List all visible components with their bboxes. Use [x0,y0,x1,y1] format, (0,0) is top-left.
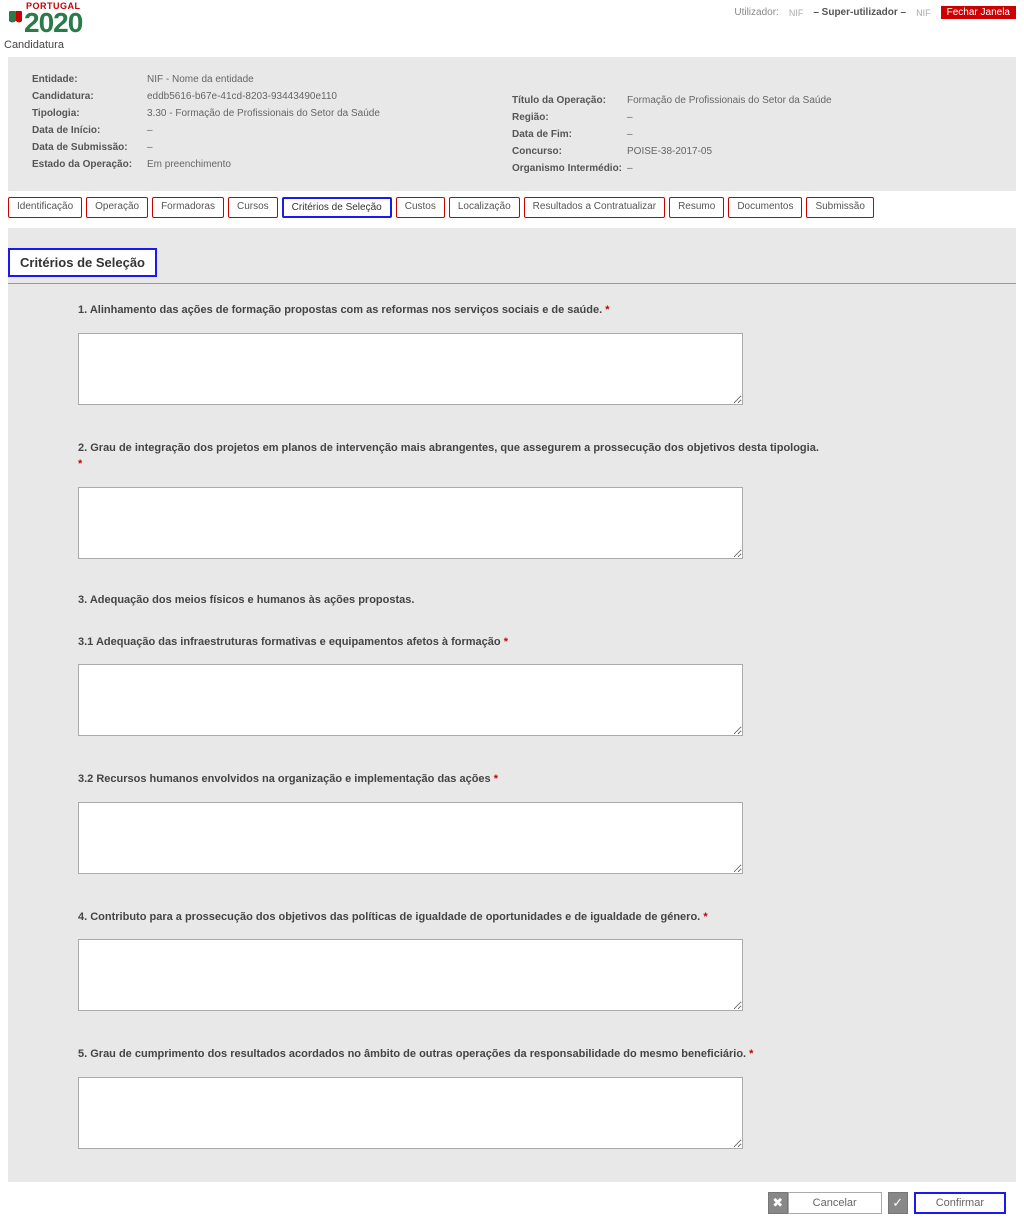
meta-data-inicio-label: Data de Início: [32,125,147,136]
tab-cursos[interactable]: Cursos [228,197,278,218]
section-title: Critérios de Seleção [8,248,157,277]
required-mark: * [703,911,707,923]
q4-text: 4. Contributo para a prossecução dos obj… [78,911,700,923]
q31-textarea[interactable] [78,664,743,736]
meta-tipologia-value: 3.30 - Formação de Profissionais do Seto… [147,108,380,119]
q4-label: 4. Contributo para a prossecução dos obj… [78,909,946,926]
tabs: Identificação Operação Formadoras Cursos… [8,197,1016,218]
user-role: – Super-utilizador – [813,7,906,18]
logo-main-text: 2020 [24,7,82,38]
tab-resultados[interactable]: Resultados a Contratualizar [524,197,665,218]
meta-estado-label: Estado da Operação: [32,159,147,170]
q31-label: 3.1 Adequação das infraestruturas format… [78,634,946,651]
meta-tipologia-label: Tipologia: [32,108,147,119]
flag-icon [8,11,24,29]
user-label: Utilizador: [734,7,778,18]
user-nif-2: NIF [916,8,931,18]
confirm-button[interactable]: Confirmar [916,1194,1004,1212]
meta-org-label: Organismo Intermédio: [512,163,627,174]
required-mark: * [504,636,508,648]
cancel-button[interactable]: Cancelar [788,1192,882,1214]
header: PORTUGAL 2020 Utilizador: NIF – Super-ut… [0,0,1024,39]
required-mark: * [749,1048,753,1060]
meta-data-submissao-label: Data de Submissão: [32,142,147,153]
tab-localizacao[interactable]: Localização [449,197,520,218]
meta-concurso-label: Concurso: [512,146,627,157]
meta-panel: Entidade:NIF - Nome da entidade Candidat… [8,57,1016,191]
q2-textarea[interactable] [78,487,743,559]
meta-candidatura-value: eddb5616-b67e-41cd-8203-93443490e110 [147,91,337,102]
meta-candidatura-label: Candidatura: [32,91,147,102]
user-info: Utilizador: NIF – Super-utilizador – NIF… [734,2,1016,19]
q1-label: 1. Alinhamento das ações de formação pro… [78,302,946,319]
q32-textarea[interactable] [78,802,743,874]
q32-label: 3.2 Recursos humanos envolvidos na organ… [78,771,946,788]
q1-text: 1. Alinhamento das ações de formação pro… [78,304,602,316]
q2-label: 2. Grau de integração dos projetos em pl… [78,440,946,473]
meta-data-fim-label: Data de Fim: [512,129,627,140]
footer-actions: ✖ Cancelar ✓ Confirmar [0,1182,1024,1224]
meta-data-submissao-value: – [147,142,153,153]
meta-concurso-value: POISE-38-2017-05 [627,146,712,157]
user-nif-1: NIF [789,8,804,18]
tab-custos[interactable]: Custos [396,197,445,218]
q1-textarea[interactable] [78,333,743,405]
q5-textarea[interactable] [78,1077,743,1149]
q4-textarea[interactable] [78,939,743,1011]
meta-entidade-label: Entidade: [32,74,147,85]
required-mark: * [605,304,609,316]
logo: PORTUGAL 2020 [8,2,82,37]
cancel-icon: ✖ [768,1192,788,1214]
meta-titulo-label: Título da Operação: [512,95,627,106]
q2-text: 2. Grau de integração dos projetos em pl… [78,442,819,454]
meta-data-inicio-value: – [147,125,153,136]
confirm-icon: ✓ [888,1192,908,1214]
q5-text: 5. Grau de cumprimento dos resultados ac… [78,1048,746,1060]
tab-operacao[interactable]: Operação [86,197,148,218]
meta-org-value: – [627,163,633,174]
tab-identificacao[interactable]: Identificação [8,197,82,218]
meta-entidade-value: NIF - Nome da entidade [147,74,254,85]
tab-formadoras[interactable]: Formadoras [152,197,224,218]
meta-data-fim-value: – [627,129,633,140]
q5-label: 5. Grau de cumprimento dos resultados ac… [78,1046,946,1063]
tab-documentos[interactable]: Documentos [728,197,802,218]
meta-titulo-value: Formação de Profissionais do Setor da Sa… [627,95,832,106]
q31-text: 3.1 Adequação das infraestruturas format… [78,636,501,648]
tab-submissao[interactable]: Submissão [806,197,873,218]
q3-heading: 3. Adequação dos meios físicos e humanos… [78,594,946,606]
section-body: Critérios de Seleção 1. Alinhamento das … [8,228,1016,1182]
q32-text: 3.2 Recursos humanos envolvidos na organ… [78,773,491,785]
tab-criterios-selecao[interactable]: Critérios de Seleção [282,197,392,218]
required-mark: * [78,458,82,470]
breadcrumb: Candidatura [0,39,1024,57]
close-window-button[interactable]: Fechar Janela [941,6,1016,19]
meta-regiao-label: Região: [512,112,627,123]
meta-regiao-value: – [627,112,633,123]
tab-resumo[interactable]: Resumo [669,197,724,218]
required-mark: * [494,773,498,785]
meta-estado-value: Em preenchimento [147,159,231,170]
